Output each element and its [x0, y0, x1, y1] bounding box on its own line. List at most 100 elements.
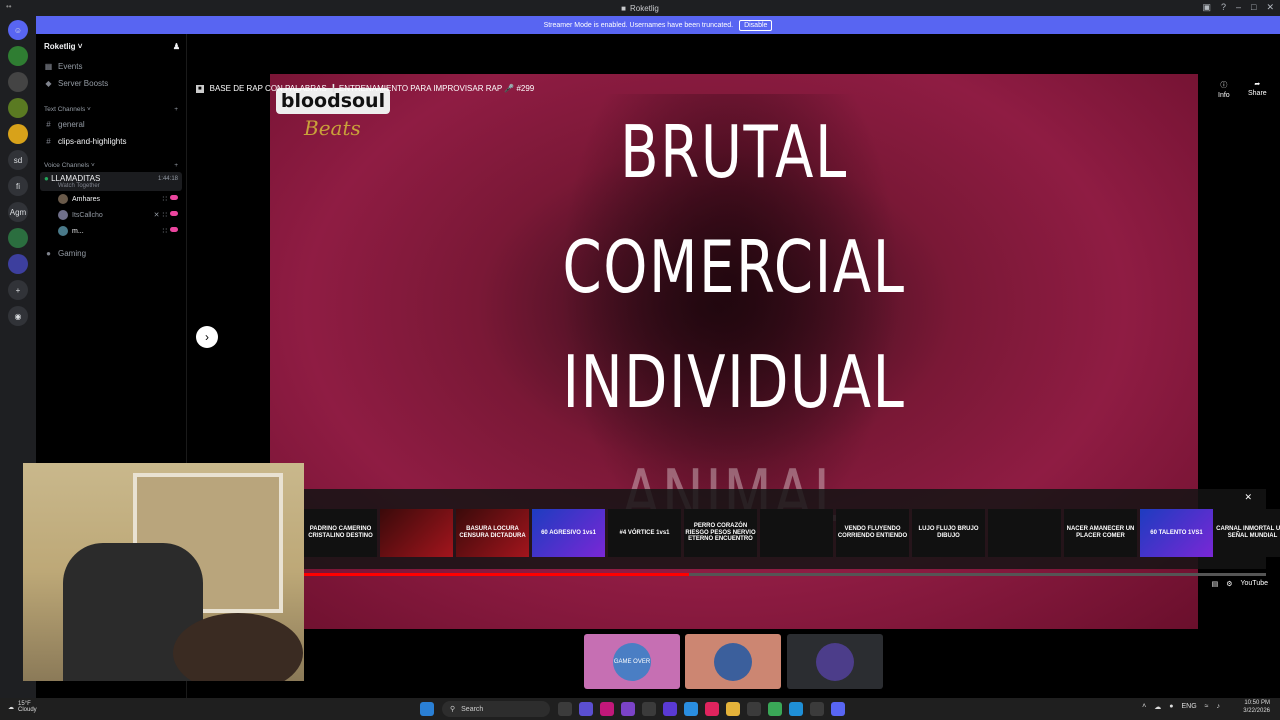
titlebar-menu-icon[interactable]: •• [6, 2, 12, 11]
start-icon[interactable] [420, 702, 434, 716]
video-thumbnail[interactable]: NACER AMANECER UN PLACER COMER [1064, 509, 1137, 557]
related-videos-strip: ✕ PADRINO CAMERINO CRISTALINO DESTINO BAS… [304, 489, 1280, 569]
close-button[interactable]: ✕ [1266, 2, 1274, 13]
app-icon[interactable] [810, 702, 824, 716]
server-icon[interactable] [8, 98, 28, 118]
share-button[interactable]: ➦ Share [1248, 80, 1267, 97]
server-fi[interactable]: fi [8, 176, 28, 196]
participant-avatar [714, 642, 752, 681]
thumbnail-row: PADRINO CAMERINO CRISTALINO DESTINO BASUR… [304, 509, 1280, 557]
video-thumbnail[interactable]: VENDO FLUYENDO CORRIENDO ENTIENDO [836, 509, 909, 557]
video-thumbnail[interactable]: PADRINO CAMERINO CRISTALINO DESTINO [304, 509, 377, 557]
voice-member[interactable]: ItsCallcho ✕ ∷ [36, 207, 186, 223]
server-icon[interactable] [8, 72, 28, 92]
app-icon[interactable] [642, 702, 656, 716]
video-title[interactable]: ■ BASE DE RAP CON PALABRAS ❕ENTRENAMIENT… [196, 84, 534, 93]
video-thumbnail[interactable]: BASURA LOCURA CENSURA DICTADURA [456, 509, 529, 557]
windows-taskbar: ☁ 15°F Cloudy ⚲ Search ˄ ☁ ● ENG ≈ ♪ 10:… [0, 698, 1280, 720]
video-progress-bar[interactable] [304, 573, 1266, 576]
app-icon[interactable] [600, 702, 614, 716]
voice-channel-llamaditas[interactable]: ● LLAMADITAS 1:44:18 Watch Together [40, 172, 182, 191]
inbox-icon[interactable]: ▣ [1202, 2, 1211, 13]
video-thumbnail[interactable]: 60 TALENTO 1VS1 [1140, 509, 1213, 557]
video-thumbnail[interactable]: CARNAL INMORTAL UNA SEÑAL MUNDIAL [1216, 509, 1280, 557]
channel-general[interactable]: # general [36, 116, 186, 133]
app-icon[interactable] [621, 702, 635, 716]
minimize-button[interactable]: – [1236, 2, 1241, 13]
rhyme-word: BRUTAL [620, 110, 848, 194]
weather-widget[interactable]: ☁ 15°F Cloudy [8, 701, 37, 713]
app-icon[interactable] [747, 702, 761, 716]
live-badge [170, 195, 178, 200]
text-channels-category[interactable]: Text Channels ˅ + [36, 102, 186, 116]
video-thumbnail[interactable]: LUJO FLUJO BRUJO DIBUJO [912, 509, 985, 557]
grid-icon: ∷ [162, 212, 167, 219]
app-icon[interactable] [663, 702, 677, 716]
language-indicator[interactable]: ENG [1181, 703, 1196, 711]
rhyme-word: COMERCIAL [562, 225, 906, 309]
video-thumbnail[interactable] [988, 509, 1061, 557]
maximize-button[interactable]: □ [1251, 2, 1256, 13]
add-channel-icon[interactable]: + [174, 162, 178, 169]
server-sd[interactable]: sd [8, 150, 28, 170]
chevron-up-icon[interactable]: ˄ [1142, 703, 1146, 711]
video-thumbnail[interactable]: #4 VÓRTICE 1vs1 [608, 509, 681, 557]
volume-icon[interactable]: ♪ [1217, 703, 1221, 711]
system-tray: ˄ ☁ ● ENG ≈ ♪ [1142, 703, 1220, 711]
webcam-overlay [23, 463, 304, 681]
participant-tile[interactable] [685, 634, 781, 689]
add-member-icon[interactable]: ♟ [173, 42, 180, 51]
voice-member[interactable]: Amhares ∷ [36, 191, 186, 207]
server-icon[interactable] [8, 254, 28, 274]
events-item[interactable]: ▦ Events [36, 58, 186, 75]
channel-gaming[interactable]: ● Gaming [36, 245, 186, 262]
server-icon[interactable] [8, 124, 28, 144]
help-icon[interactable]: ? [1221, 2, 1226, 13]
speaker-icon: ● [44, 174, 49, 183]
add-server-icon[interactable]: + [8, 280, 28, 300]
streamer-mode-banner: Streamer Mode is enabled. Usernames have… [36, 16, 1280, 34]
video-thumbnail[interactable] [760, 509, 833, 557]
app-icon[interactable] [705, 702, 719, 716]
cloud-sync-icon[interactable]: ☁ [1154, 703, 1161, 711]
clock[interactable]: 10:50 PM 3/22/2026 [1243, 700, 1270, 716]
participant-tile[interactable] [787, 634, 883, 689]
live-badge [170, 227, 178, 232]
server-agm[interactable]: Agm [8, 202, 28, 222]
server-icon[interactable] [8, 228, 28, 248]
search-icon: ⚲ [450, 706, 456, 713]
chrome-icon[interactable] [768, 702, 782, 716]
video-thumbnail[interactable]: 60 AGRESIVO 1vs1 [532, 509, 605, 557]
info-button[interactable]: ⓘ Info [1218, 80, 1230, 99]
disable-button[interactable]: Disable [739, 19, 773, 31]
voice-member[interactable]: m... ∷ [36, 223, 186, 239]
app-icon[interactable] [579, 702, 593, 716]
edge-icon[interactable] [789, 702, 803, 716]
video-thumbnail[interactable] [380, 509, 453, 557]
participant-tile[interactable]: GAME OVER [584, 634, 680, 689]
server-boosts-item[interactable]: ◆ Server Boosts [36, 75, 186, 92]
captions-icon[interactable]: ▤ [1212, 580, 1219, 588]
server-header[interactable]: Roketlig ˅ ♟ [36, 34, 186, 58]
file-explorer-icon[interactable] [726, 702, 740, 716]
participant-avatar [816, 642, 854, 681]
channel-clips-and-highlights[interactable]: # clips-and-highlights [36, 133, 186, 150]
mic-icon[interactable]: ● [1169, 703, 1173, 711]
server-icon[interactable] [8, 46, 28, 66]
video-thumbnail[interactable]: PERRO CORAZÓN RIESGO PESOS NERVIO ETERNO… [684, 509, 757, 557]
voice-channels-category[interactable]: Voice Channels ˅ + [36, 158, 186, 172]
app-icon[interactable] [684, 702, 698, 716]
home-icon[interactable]: ☺ [8, 20, 28, 40]
taskbar-search[interactable]: ⚲ Search [442, 701, 550, 717]
close-icon[interactable]: ✕ [1244, 492, 1252, 503]
discover-icon[interactable]: ◉ [8, 306, 28, 326]
cloud-icon: ☁ [8, 704, 14, 711]
youtube-logo[interactable]: YouTube [1240, 580, 1268, 588]
next-arrow-button[interactable]: › [196, 326, 218, 348]
task-view-icon[interactable] [558, 702, 572, 716]
discord-icon[interactable] [831, 702, 845, 716]
wifi-icon[interactable]: ≈ [1205, 703, 1209, 711]
grid-icon: ∷ [162, 228, 167, 235]
settings-icon[interactable]: ⚙ [1226, 580, 1232, 588]
add-channel-icon[interactable]: + [174, 106, 178, 113]
